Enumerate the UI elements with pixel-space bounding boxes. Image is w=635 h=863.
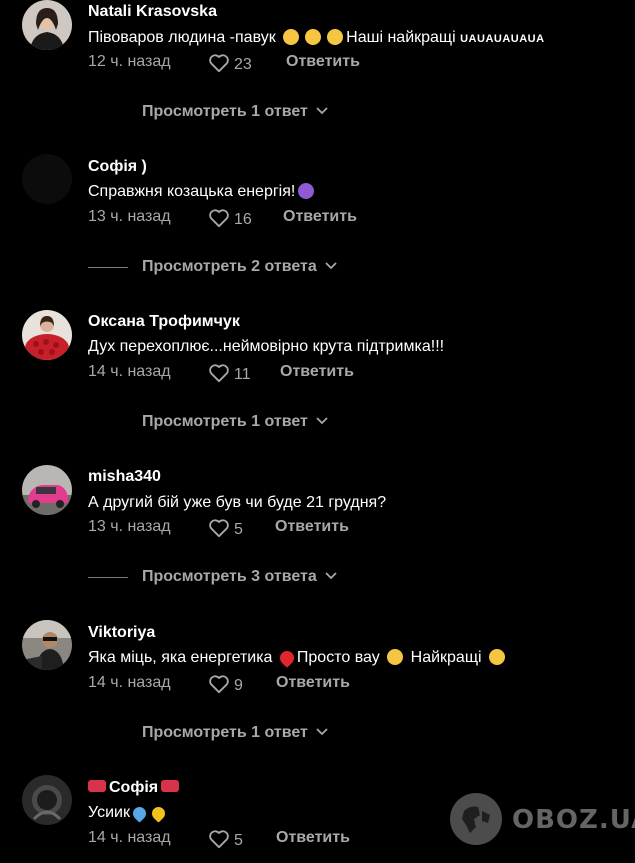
avatar[interactable] [22, 0, 72, 50]
reply-button[interactable]: Ответить [286, 53, 360, 71]
comment-text-main: Справжня козацька енергія! [88, 183, 296, 200]
view-replies-label: Просмотреть 1 ответ [142, 413, 308, 430]
heart-outline-icon [209, 519, 229, 538]
like-button[interactable]: 23 [208, 53, 252, 74]
chevron-down-icon [316, 417, 328, 425]
like-button[interactable]: 16 [208, 208, 252, 229]
view-replies-label: Просмотреть 1 ответ [142, 724, 308, 741]
comment-time: 14 ч. назад [88, 363, 171, 380]
like-count: 11 [234, 366, 251, 383]
avatar-photo-icon [22, 465, 72, 515]
chevron-down-icon [325, 262, 337, 270]
comment-text: Пiвоваров людина -павук Наші найкращі UA… [88, 29, 545, 47]
comment-text-after: Наші найкращі [346, 29, 456, 46]
heart-outline-icon [209, 830, 229, 849]
comment-text-main: Усиик [88, 804, 130, 821]
view-replies-label: Просмотреть 2 ответа [142, 258, 317, 275]
comment-author[interactable]: Софія [88, 779, 180, 797]
comment-text: Справжня козацька енергія! [88, 183, 317, 201]
avatar-photo-icon [22, 620, 72, 670]
heart-outline-icon [209, 675, 229, 694]
red-heart-icon [277, 648, 297, 668]
view-replies-button[interactable]: Просмотреть 2 ответа [142, 258, 337, 276]
avatar[interactable] [22, 465, 72, 515]
view-replies-button[interactable]: Просмотреть 1 ответ [142, 103, 328, 121]
like-button[interactable]: 5 [208, 518, 243, 539]
reply-button[interactable]: Ответить [276, 829, 350, 847]
globe-icon [450, 793, 502, 845]
avatar-photo-icon [22, 0, 72, 50]
watermark-text: OBOZ.UA [512, 805, 635, 835]
reply-button[interactable]: Ответить [280, 363, 354, 381]
like-button[interactable]: 9 [208, 674, 243, 695]
heart-outline-icon [209, 364, 229, 383]
avatar[interactable] [22, 154, 72, 204]
replies-divider [88, 577, 128, 578]
view-replies-label: Просмотреть 1 ответ [142, 103, 308, 120]
comment-text-after: Найкращі [410, 649, 482, 666]
grinning-face-icon [283, 29, 300, 45]
comment-text: Яка міць, яка енергетика Просто вау Найк… [88, 648, 508, 668]
like-count: 5 [234, 832, 243, 849]
like-count: 23 [234, 56, 252, 73]
reply-button[interactable]: Ответить [276, 674, 350, 692]
star-struck-icon [489, 649, 505, 665]
grinning-face-icon [305, 29, 322, 45]
avatar-photo-icon [22, 310, 72, 360]
view-replies-button[interactable]: Просмотреть 3 ответа [142, 568, 337, 586]
avatar-photo-icon [22, 775, 72, 825]
comment-author[interactable]: Natali Krasovska [88, 3, 217, 21]
replies-divider [88, 267, 128, 268]
comment-text-main: Пiвоваров людина -павук [88, 29, 276, 46]
comment-time: 13 ч. назад [88, 518, 171, 535]
comment-time: 14 ч. назад [88, 674, 171, 691]
like-button[interactable]: 5 [208, 829, 243, 850]
comment-author[interactable]: misha340 [88, 468, 161, 486]
avatar[interactable] [22, 620, 72, 670]
heart-outline-icon [209, 209, 229, 228]
like-count: 9 [234, 677, 243, 694]
comment-author[interactable]: Viktoriya [88, 624, 155, 642]
like-count: 16 [234, 211, 252, 228]
chevron-down-icon [316, 728, 328, 736]
comment-time: 12 ч. назад [88, 53, 171, 70]
chevron-down-icon [325, 572, 337, 580]
star-struck-icon [387, 649, 404, 665]
like-count: 5 [234, 521, 243, 538]
avatar[interactable] [22, 775, 72, 825]
comment-author[interactable]: Оксана Трофимчук [88, 313, 240, 331]
comment-text-main: Яка міць, яка енергетика [88, 649, 273, 666]
blue-heart-icon [130, 804, 149, 823]
view-replies-button[interactable]: Просмотреть 1 ответ [142, 413, 328, 431]
yellow-heart-icon [149, 804, 168, 823]
comment-text: А другий бій уже був чи буде 21 грудня? [88, 494, 387, 511]
chevron-down-icon [316, 107, 328, 115]
avatar-photo-icon [22, 154, 72, 204]
heart-outline-icon [209, 54, 229, 73]
ribbon-icon [88, 780, 106, 792]
reply-button[interactable]: Ответить [283, 208, 357, 226]
grinning-face-icon [327, 29, 344, 45]
reply-button[interactable]: Ответить [275, 518, 349, 536]
comment-time: 13 ч. назад [88, 208, 171, 225]
ribbon-icon [161, 780, 180, 792]
avatar[interactable] [22, 310, 72, 360]
comment-text: Дух перехоплює...неймовірно крута підтри… [88, 338, 445, 355]
smiling-devil-icon [298, 183, 315, 199]
watermark: OBOZ.UA [450, 793, 635, 845]
comment-time: 14 ч. назад [88, 829, 171, 846]
comment-text-tiny: UAUAUAUAUA [460, 33, 545, 45]
view-replies-label: Просмотреть 3 ответа [142, 568, 317, 585]
comment-text: Усиик [88, 804, 168, 823]
view-replies-button[interactable]: Просмотреть 1 ответ [142, 724, 328, 742]
comment-text-mid: Просто вау [296, 649, 380, 666]
comment-author[interactable]: Софія ) [88, 158, 147, 176]
comment-author-name: Софія [109, 779, 159, 796]
like-button[interactable]: 11 [208, 363, 251, 384]
